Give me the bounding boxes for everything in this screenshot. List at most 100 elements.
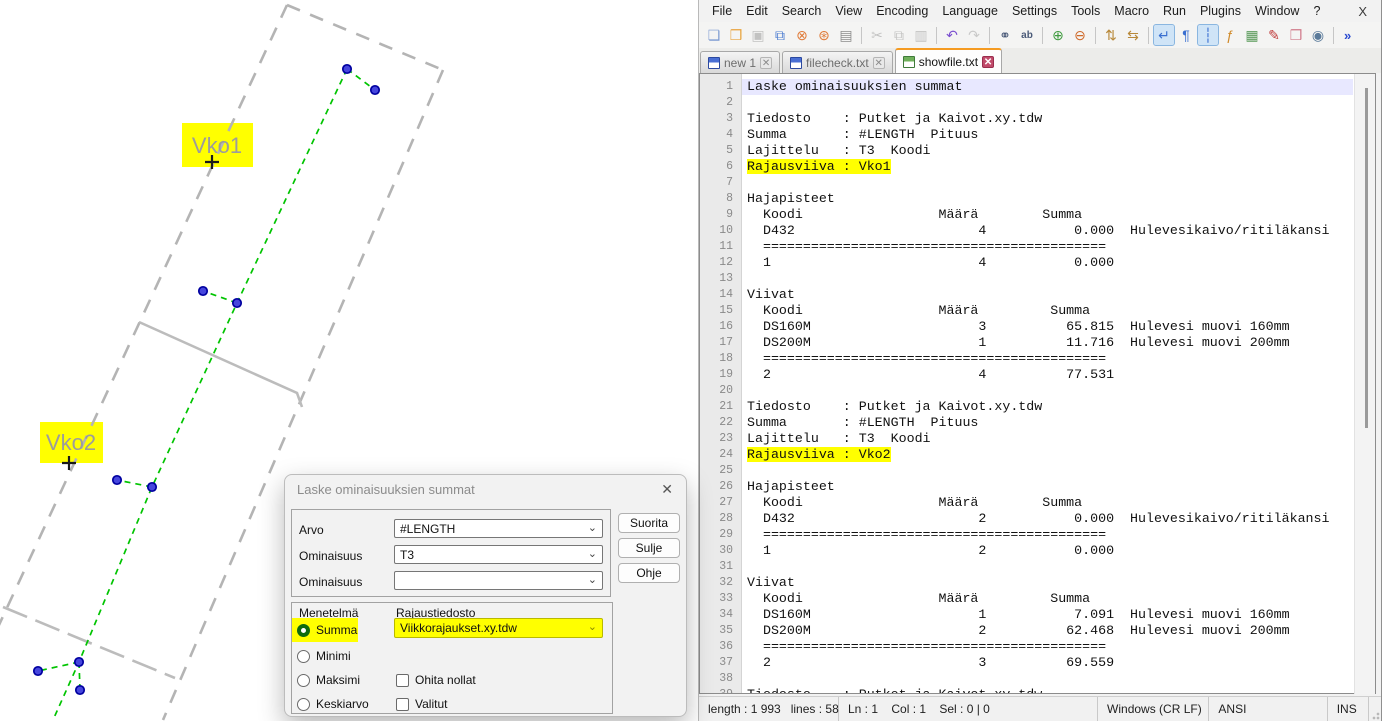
ominaisuus2-combobox[interactable]: ⌄	[394, 571, 603, 590]
editor-line[interactable]: 15 Koodi Määrä Summa	[700, 303, 1353, 319]
editor-line[interactable]: 5Lajittelu : T3 Koodi	[700, 143, 1353, 159]
editor-line[interactable]: 11 =====================================…	[700, 239, 1353, 255]
radio-minimi[interactable]: Minimi	[297, 648, 351, 664]
menu-item-encoding[interactable]: Encoding	[869, 2, 935, 20]
editor-line[interactable]: 3Tiedosto : Putket ja Kaivot.xy.tdw	[700, 111, 1353, 127]
scrollbar-thumb[interactable]	[1365, 88, 1368, 428]
editor-line[interactable]: 9 Koodi Määrä Summa	[700, 207, 1353, 223]
tab-filecheck-txt[interactable]: filecheck.txt✕	[782, 51, 893, 73]
tab-showfile-txt[interactable]: showfile.txt✕	[895, 48, 1002, 73]
undo-icon[interactable]: ↶	[942, 25, 962, 45]
editor-line[interactable]: 2	[700, 95, 1353, 111]
editor-line[interactable]: 32Viivat	[700, 575, 1353, 591]
indent-guide-icon[interactable]: ┆	[1198, 25, 1218, 45]
cut-icon[interactable]: ✂	[867, 25, 887, 45]
editor-line[interactable]: 10 D432 4 0.000 Hulevesikaivo/ritiläkans…	[700, 223, 1353, 239]
editor-line[interactable]: 36 =====================================…	[700, 639, 1353, 655]
menu-item-macro[interactable]: Macro	[1107, 2, 1156, 20]
arvo-combobox[interactable]: #LENGTH⌄	[394, 519, 603, 538]
zoom-in-icon[interactable]: ⊕	[1048, 25, 1068, 45]
checkbox-valitut[interactable]: Valitut	[396, 696, 447, 712]
resize-grip[interactable]	[1369, 709, 1381, 721]
word-wrap-icon[interactable]: ↵	[1154, 25, 1174, 45]
tab-new-1[interactable]: new 1✕	[700, 51, 780, 73]
tab-close-icon[interactable]: ✕	[873, 57, 885, 69]
editor-line[interactable]: 37 2 3 69.559	[700, 655, 1353, 671]
editor-line[interactable]: 38	[700, 671, 1353, 687]
vertical-scrollbar[interactable]	[1354, 74, 1375, 694]
editor-line[interactable]: 29 =====================================…	[700, 527, 1353, 543]
editor-line[interactable]: 6Rajausviiva : Vko1	[700, 159, 1353, 175]
editor-line[interactable]: 35 DS200M 2 62.468 Hulevesi muovi 200mm	[700, 623, 1353, 639]
rajaustiedosto-combobox[interactable]: Viikkorajaukset.xy.tdw⌄	[394, 618, 603, 638]
editor-line[interactable]: 34 DS160M 1 7.091 Hulevesi muovi 160mm	[700, 607, 1353, 623]
replace-icon[interactable]: ab	[1017, 25, 1037, 45]
menu-item-window[interactable]: Window	[1248, 2, 1306, 20]
dialog-close-icon[interactable]: ✕	[661, 481, 673, 498]
menu-item-run[interactable]: Run	[1156, 2, 1193, 20]
menu-item-plugins[interactable]: Plugins	[1193, 2, 1248, 20]
menu-item-language[interactable]: Language	[935, 2, 1005, 20]
editor-line[interactable]: 27 Koodi Määrä Summa	[700, 495, 1353, 511]
sync-vertical-icon[interactable]: ⇅	[1101, 25, 1121, 45]
editor-line[interactable]: 31	[700, 559, 1353, 575]
menu-item-edit[interactable]: Edit	[739, 2, 775, 20]
tab-close-icon[interactable]: ✕	[760, 57, 772, 69]
suorita-button[interactable]: Suorita	[618, 513, 680, 533]
radio-keskiarvo[interactable]: Keskiarvo	[297, 696, 369, 712]
toolbar-overflow-chevron[interactable]: »	[1344, 28, 1351, 43]
ominaisuus1-combobox[interactable]: T3⌄	[394, 545, 603, 564]
editor-line[interactable]: 21Tiedosto : Putket ja Kaivot.xy.tdw	[700, 399, 1353, 415]
editor-line[interactable]: 17 DS200M 1 11.716 Hulevesi muovi 200mm	[700, 335, 1353, 351]
close-all-icon[interactable]: ⊛	[814, 25, 834, 45]
editor-line[interactable]: 16 DS160M 3 65.815 Hulevesi muovi 160mm	[700, 319, 1353, 335]
redo-icon[interactable]: ↷	[964, 25, 984, 45]
editor-line[interactable]: 14Viivat	[700, 287, 1353, 303]
copy-icon[interactable]: ⧉	[889, 25, 909, 45]
paste-icon[interactable]: ▥	[911, 25, 931, 45]
editor-line[interactable]: 1Laske ominaisuuksien summat	[700, 79, 1353, 95]
editor-line[interactable]: 33 Koodi Määrä Summa	[700, 591, 1353, 607]
save-icon[interactable]: ▣	[748, 25, 768, 45]
editor-line[interactable]: 7	[700, 175, 1353, 191]
editor-line[interactable]: 25	[700, 463, 1353, 479]
menu-item-settings[interactable]: Settings	[1005, 2, 1064, 20]
open-file-icon[interactable]: ❒	[726, 25, 746, 45]
editor-line[interactable]: 20	[700, 383, 1353, 399]
document-map-icon[interactable]: ▦	[1242, 25, 1262, 45]
window-close-icon[interactable]: X	[1358, 4, 1381, 19]
radio-maksimi[interactable]: Maksimi	[297, 672, 360, 688]
editor-line[interactable]: 24Rajausviiva : Vko2	[700, 447, 1353, 463]
editor-line[interactable]: 13	[700, 271, 1353, 287]
editor-line[interactable]: 22Summa : #LENGTH Pituus	[700, 415, 1353, 431]
editor-line[interactable]: 4Summa : #LENGTH Pituus	[700, 127, 1353, 143]
find-icon[interactable]: ⚭	[995, 25, 1015, 45]
function-list-icon[interactable]: ƒ	[1220, 25, 1240, 45]
show-all-chars-icon[interactable]: ¶	[1176, 25, 1196, 45]
editor-line[interactable]: 39Tiedosto : Putket ja Kaivot.xy.tdw	[700, 687, 1353, 694]
editor-line[interactable]: 23Lajittelu : T3 Koodi	[700, 431, 1353, 447]
new-file-icon[interactable]: ❏	[704, 25, 724, 45]
menu-item-file[interactable]: File	[705, 2, 739, 20]
print-icon[interactable]: ▤	[836, 25, 856, 45]
editor-line[interactable]: 19 2 4 77.531	[700, 367, 1353, 383]
tab-close-icon[interactable]: ✕	[982, 56, 994, 68]
save-all-icon[interactable]: ⧉	[770, 25, 790, 45]
text-editor[interactable]: 1Laske ominaisuuksien summat23Tiedosto :…	[699, 73, 1376, 694]
editor-line[interactable]: 18 =====================================…	[700, 351, 1353, 367]
document-switcher-icon[interactable]: ✎	[1264, 25, 1284, 45]
editor-line[interactable]: 28 D432 2 0.000 Hulevesikaivo/ritiläkans…	[700, 511, 1353, 527]
menu-item-search[interactable]: Search	[775, 2, 829, 20]
close-file-icon[interactable]: ⊗	[792, 25, 812, 45]
ohje-button[interactable]: Ohje	[618, 563, 680, 583]
editor-line[interactable]: 30 1 2 0.000	[700, 543, 1353, 559]
editor-line[interactable]: 8Hajapisteet	[700, 191, 1353, 207]
menu-item-view[interactable]: View	[828, 2, 869, 20]
folder-workspace-icon[interactable]: ❒	[1286, 25, 1306, 45]
view-eye-icon[interactable]: ◉	[1308, 25, 1328, 45]
menu-item-tools[interactable]: Tools	[1064, 2, 1107, 20]
zoom-out-icon[interactable]: ⊖	[1070, 25, 1090, 45]
menu-item-[interactable]: ?	[1306, 2, 1327, 20]
checkbox-ohita-nollat[interactable]: Ohita nollat	[396, 672, 476, 688]
editor-line[interactable]: 12 1 4 0.000	[700, 255, 1353, 271]
